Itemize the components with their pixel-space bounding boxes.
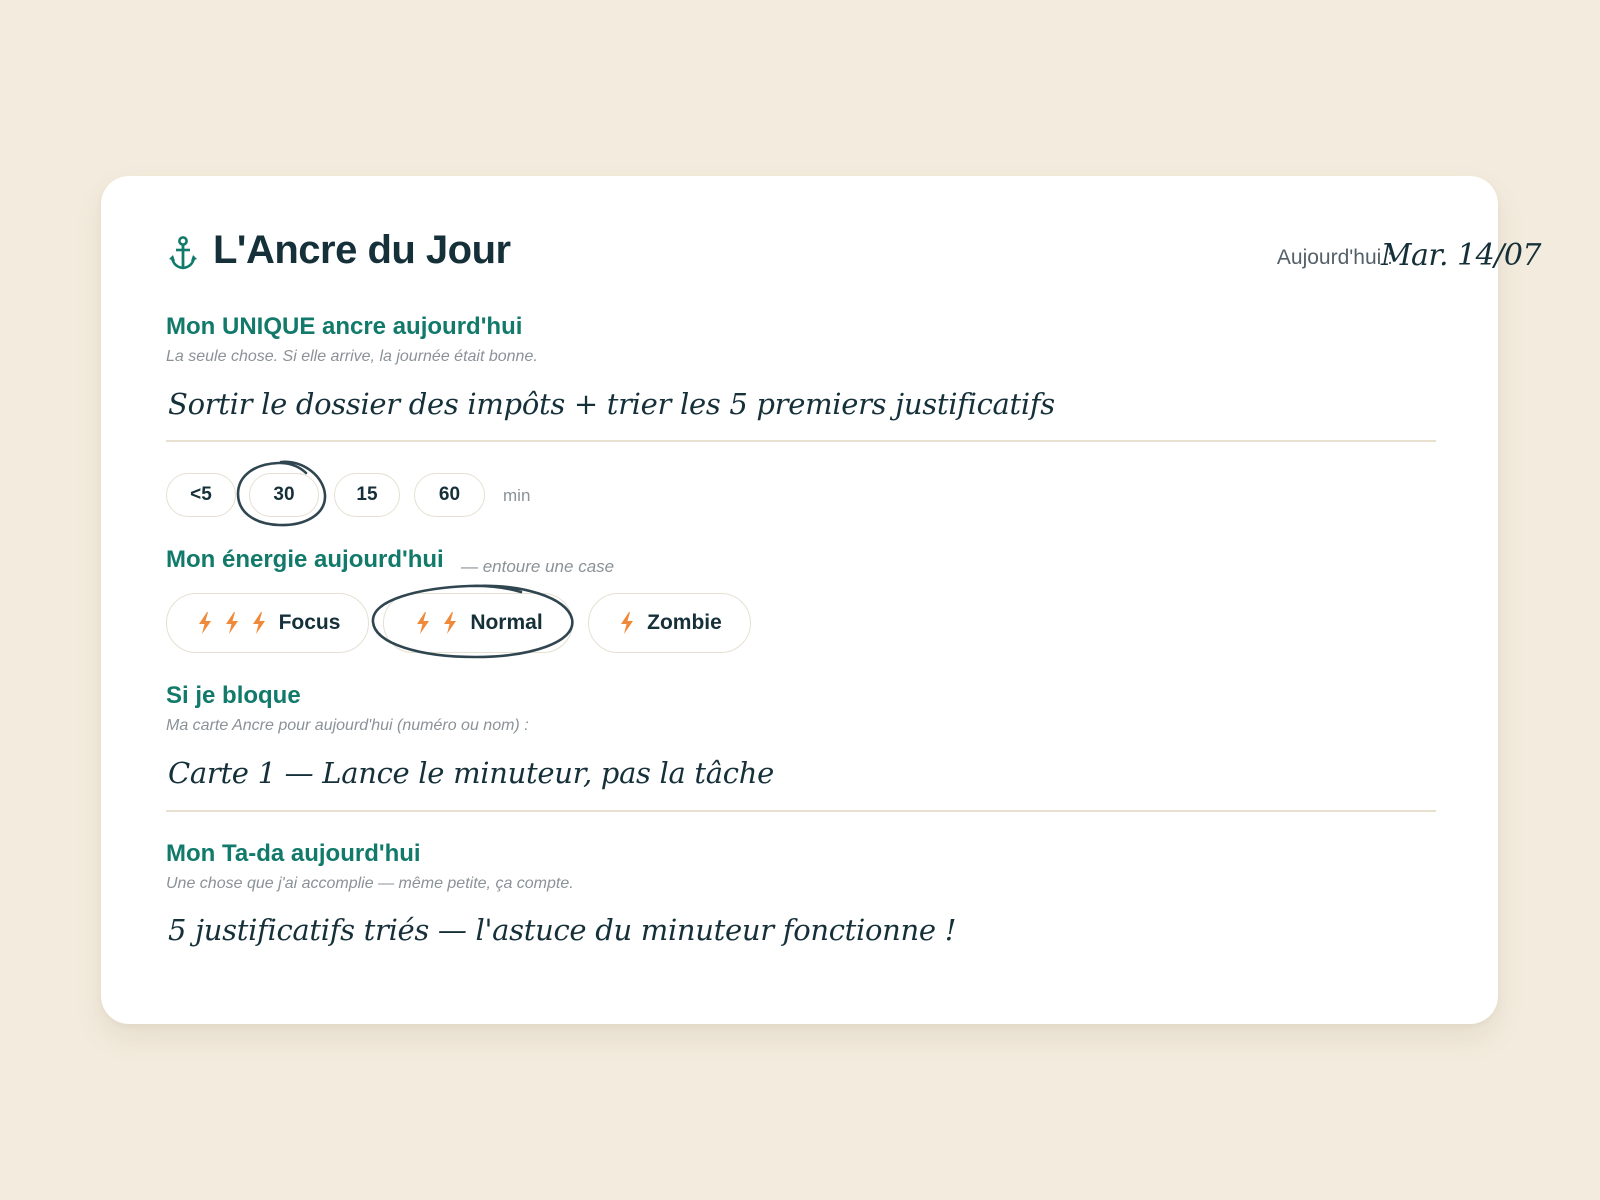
lightning-icon <box>198 612 211 634</box>
tada-subtitle: Une chose que j'ai accomplie — même peti… <box>166 875 574 892</box>
time-unit-label: min <box>503 486 531 505</box>
anchor-subtitle: La seule chose. Si elle arrive, la journ… <box>166 348 538 365</box>
lightning-icon <box>225 612 238 634</box>
time-option-30[interactable]: 30 <box>249 473 319 517</box>
energy-bolts <box>413 611 460 635</box>
blocked-subtitle: Ma carte Ancre pour aujourd'hui (numéro … <box>166 717 529 734</box>
lightning-icon <box>621 612 634 634</box>
blocked-heading: Si je bloque <box>166 682 301 709</box>
energy-option-label: Focus <box>278 611 341 634</box>
energy-option-focus[interactable]: Focus <box>166 593 369 653</box>
blocked-value[interactable]: Carte 1 — Lance le minuteur, pas la tâch… <box>168 756 774 790</box>
lightning-icon <box>252 612 265 634</box>
energy-bolts <box>195 611 269 635</box>
time-option-60[interactable]: 60 <box>414 473 485 517</box>
energy-option-label: Normal <box>470 611 543 634</box>
energy-hint: — entoure une case <box>461 557 615 576</box>
anchor-icon <box>169 236 197 270</box>
energy-bolts <box>617 611 637 635</box>
page-title: L'Ancre du Jour <box>213 228 511 272</box>
energy-heading: Mon énergie aujourd'hui <box>166 546 444 573</box>
energy-option-zombie[interactable]: Zombie <box>588 593 751 653</box>
energy-option-label: Zombie <box>647 611 722 634</box>
date-value[interactable]: Mar. 14/07 <box>1303 238 1542 273</box>
anchor-heading: Mon UNIQUE ancre aujourd'hui <box>166 313 523 340</box>
anchor-underline <box>166 440 1436 442</box>
time-option-under-5[interactable]: <5 <box>166 473 236 517</box>
time-option-15[interactable]: 15 <box>334 473 400 517</box>
energy-option-normal[interactable]: Normal <box>383 593 573 653</box>
daily-anchor-card: L'Ancre du Jour Aujourd'hui : Mar. 14/07… <box>101 176 1542 1024</box>
tada-heading: Mon Ta-da aujourd'hui <box>166 840 421 867</box>
lightning-icon <box>444 612 457 634</box>
lightning-icon <box>417 612 430 634</box>
blocked-underline <box>166 810 1436 812</box>
tada-value[interactable]: 5 justificatifs triés — l'astuce du minu… <box>168 913 956 947</box>
anchor-value[interactable]: Sortir le dossier des impôts + trier les… <box>168 387 1055 421</box>
